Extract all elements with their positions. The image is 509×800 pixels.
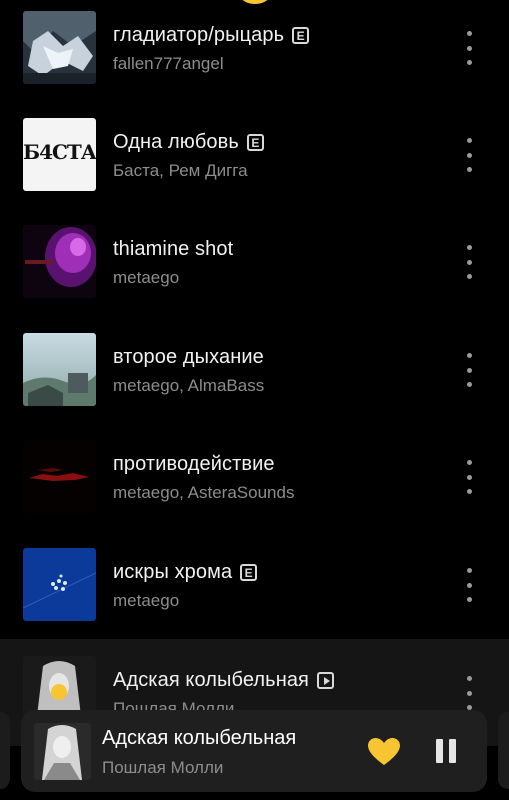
more-vertical-icon[interactable] xyxy=(460,245,478,279)
player-artist: Пошлая Молли xyxy=(102,758,224,777)
track-title-row: Одна любовь E xyxy=(113,131,264,154)
track-title: thiamine shot xyxy=(113,238,234,260)
track-title: искры хрома xyxy=(113,561,233,583)
track-title-row: противодействие xyxy=(113,453,275,476)
track-row[interactable]: thiamine shot metaego xyxy=(0,208,509,315)
track-title: второе дыхание xyxy=(113,346,264,368)
track-artist: metaego xyxy=(113,268,180,287)
pause-icon[interactable] xyxy=(436,739,458,765)
track-title-row: искры хрома E xyxy=(113,561,258,584)
album-cover xyxy=(23,225,96,298)
album-cover xyxy=(23,11,96,84)
track-artist: Баста, Рем Дигга xyxy=(113,161,248,180)
player-cover xyxy=(34,723,91,780)
track-title-row: Адская колыбельная xyxy=(113,669,334,692)
track-artist: fallen777angel xyxy=(113,54,224,73)
track-row[interactable]: искры хрома E metaego xyxy=(0,531,509,638)
album-cover xyxy=(23,548,96,621)
mini-player[interactable]: Адская колыбельная Пошлая Молли xyxy=(21,710,487,792)
more-vertical-icon[interactable] xyxy=(460,138,478,172)
heart-icon[interactable] xyxy=(367,737,401,767)
more-vertical-icon[interactable] xyxy=(460,676,478,710)
track-title: противодействие xyxy=(113,453,275,475)
track-row[interactable]: гладиатор/рыцарь E fallen777angel xyxy=(0,0,509,101)
track-row[interactable]: Б4СТА Одна любовь E Баста, Рем Дигга xyxy=(0,101,509,208)
explicit-icon: E xyxy=(292,27,310,44)
album-cover xyxy=(23,333,96,406)
more-vertical-icon[interactable] xyxy=(460,568,478,602)
more-vertical-icon[interactable] xyxy=(460,31,478,65)
track-title-row: второе дыхание xyxy=(113,346,264,369)
video-clip-icon xyxy=(317,672,334,689)
track-artist: metaego, AlmaBass xyxy=(113,376,265,395)
track-artist: metaego xyxy=(113,591,180,610)
track-artist: metaego, AsteraSounds xyxy=(113,483,295,502)
more-vertical-icon[interactable] xyxy=(460,353,478,387)
player-title: Адская колыбельная xyxy=(102,727,297,749)
album-cover: Б4СТА xyxy=(23,118,96,191)
track-title-row: гладиатор/рыцарь E xyxy=(113,24,310,47)
cover-logo: Б4СТА xyxy=(23,140,96,164)
explicit-icon: E xyxy=(240,564,258,581)
track-row[interactable]: противодействие metaego, AsteraSounds xyxy=(0,423,509,530)
more-vertical-icon[interactable] xyxy=(460,460,478,494)
track-title: Одна любовь xyxy=(113,131,239,153)
prev-card-edge[interactable] xyxy=(0,712,10,789)
track-title: гладиатор/рыцарь xyxy=(113,24,285,46)
track-title: Адская колыбельная xyxy=(113,669,309,691)
track-row[interactable]: второе дыхание metaego, AlmaBass xyxy=(0,316,509,423)
explicit-icon: E xyxy=(246,134,264,151)
track-title-row: thiamine shot xyxy=(113,238,233,261)
album-cover xyxy=(23,440,96,513)
next-card-edge[interactable] xyxy=(498,712,509,789)
